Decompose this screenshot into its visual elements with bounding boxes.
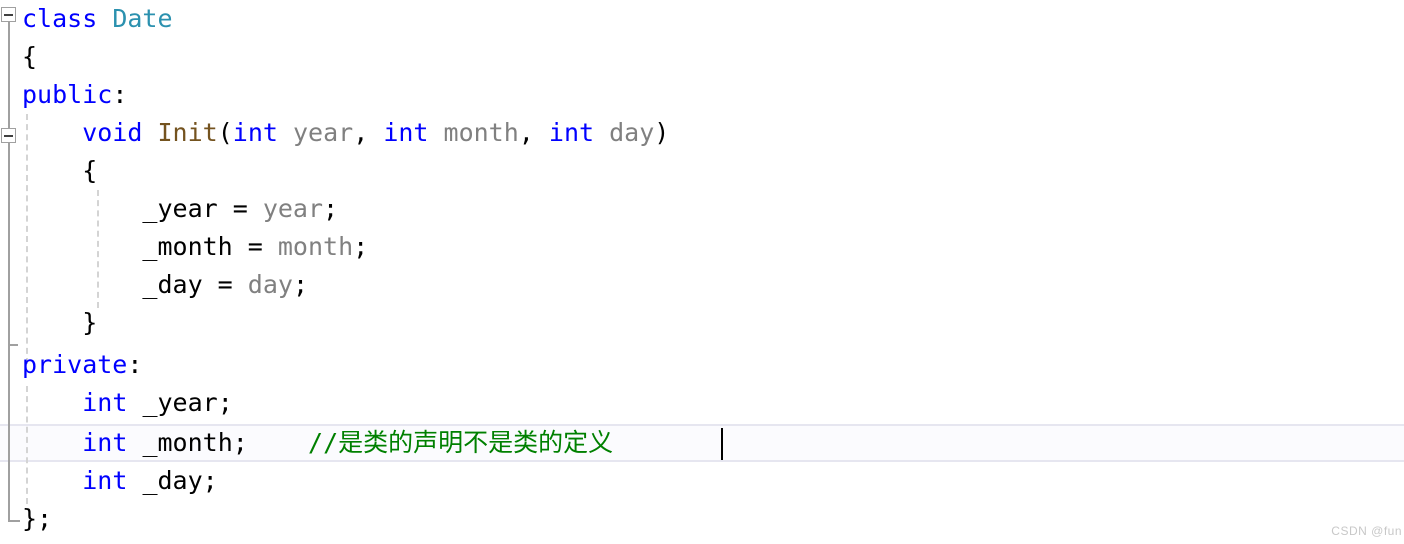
- code-token: };: [22, 504, 53, 533]
- code-line-3[interactable]: public:: [0, 76, 1404, 114]
- code-token: _month;: [142, 428, 248, 457]
- code-token: ,: [353, 118, 384, 147]
- code-line-14[interactable]: };: [0, 500, 1404, 538]
- code-editor[interactable]: class Date { public: void Init(int year,…: [0, 0, 1404, 544]
- code-token: _year =: [22, 194, 263, 223]
- code-token: day: [247, 270, 293, 299]
- code-line-11[interactable]: int _year;: [0, 384, 1404, 422]
- code-token: class: [22, 4, 113, 33]
- code-token: private: [22, 350, 128, 379]
- code-line-1[interactable]: class Date: [0, 0, 1404, 38]
- code-token: Date: [112, 4, 173, 33]
- code-token: ;: [292, 270, 308, 299]
- code-token: day: [609, 118, 655, 147]
- code-token: {: [22, 156, 98, 185]
- text-caret: [721, 428, 723, 460]
- code-line-10[interactable]: private:: [0, 346, 1404, 384]
- code-line-7[interactable]: _month = month;: [0, 228, 1404, 266]
- code-token: int: [232, 118, 293, 147]
- code-line-2[interactable]: {: [0, 38, 1404, 76]
- code-token: int: [82, 466, 143, 495]
- code-token: }: [22, 308, 98, 337]
- csdn-watermark: CSDN @fun: [1331, 524, 1402, 538]
- code-token: ,: [518, 118, 549, 147]
- code-token: :: [127, 350, 143, 379]
- code-token: void: [82, 118, 158, 147]
- code-line-13[interactable]: int _day;: [0, 462, 1404, 500]
- code-line-6[interactable]: _year = year;: [0, 190, 1404, 228]
- code-token: //是类的声明不是类的定义: [308, 428, 614, 457]
- code-token: :: [112, 80, 128, 109]
- code-token: (: [217, 118, 233, 147]
- code-token: int: [548, 118, 610, 147]
- code-token: month: [443, 118, 519, 147]
- code-token: _month =: [22, 232, 278, 261]
- code-token: Init: [157, 118, 218, 147]
- code-token: ): [654, 118, 670, 147]
- code-token: year: [262, 194, 324, 223]
- code-token: _year;: [142, 388, 233, 417]
- code-token: _day =: [22, 270, 248, 299]
- code-line-5[interactable]: {: [0, 152, 1404, 190]
- code-line-8[interactable]: _day = day;: [0, 266, 1404, 304]
- code-token: {: [22, 42, 38, 71]
- code-line-12[interactable]: int _month; //是类的声明不是类的定义: [0, 424, 1404, 462]
- code-token: month: [277, 232, 354, 261]
- code-token: ;: [353, 232, 369, 261]
- code-token: _day;: [142, 466, 218, 495]
- code-token: int: [82, 428, 143, 457]
- code-line-9[interactable]: }: [0, 304, 1404, 342]
- code-token: int: [82, 388, 143, 417]
- code-token: public: [22, 80, 113, 109]
- code-token: year: [292, 118, 354, 147]
- code-line-4[interactable]: void Init(int year, int month, int day): [0, 114, 1404, 152]
- code-token: ;: [323, 194, 339, 223]
- code-token: int: [383, 118, 444, 147]
